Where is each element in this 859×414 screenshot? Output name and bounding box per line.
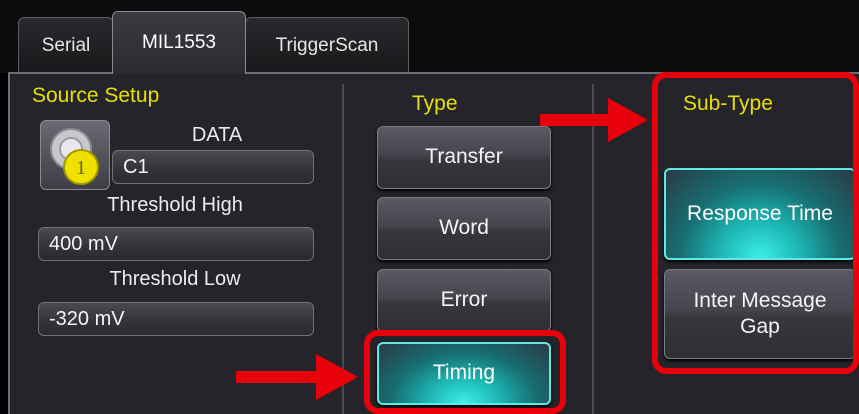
divider [592, 84, 594, 414]
source-field[interactable]: C1 [112, 150, 314, 184]
threshold-high-value: 400 mV [49, 232, 118, 255]
type-timing-button[interactable]: Timing [377, 342, 551, 405]
sub-type-title: Sub-Type [683, 92, 773, 115]
button-label: Error [440, 288, 488, 312]
tab-triggerscan[interactable]: TriggerScan [245, 17, 409, 73]
tab-mil1553[interactable]: MIL1553 [112, 11, 246, 74]
type-transfer-button[interactable]: Transfer [377, 126, 551, 189]
threshold-low-field[interactable]: -320 mV [38, 302, 314, 336]
tab-serial[interactable]: Serial [18, 17, 114, 73]
tab-label: Serial [41, 34, 91, 56]
divider [342, 84, 344, 414]
source-selector-button[interactable]: 1 [40, 120, 110, 190]
button-label: Transfer [425, 145, 503, 169]
threshold-low-value: -320 mV [49, 307, 125, 330]
tab-label: TriggerScan [275, 34, 379, 56]
data-label: DATA [191, 124, 243, 146]
type-word-button[interactable]: Word [377, 197, 551, 260]
type-error-button[interactable]: Error [377, 269, 551, 332]
tab-label: MIL1553 [142, 32, 216, 53]
probe-icon: 1 [50, 128, 99, 185]
tab-bar: Serial MIL1553 TriggerScan [0, 0, 859, 74]
threshold-high-label: Threshold High [107, 194, 243, 216]
threshold-high-field[interactable]: 400 mV [38, 227, 314, 261]
sub-type-response-time-button[interactable]: Response Time [664, 168, 856, 260]
source-badge: 1 [76, 157, 86, 179]
source-value: C1 [123, 155, 149, 178]
type-title: Type [412, 92, 458, 115]
button-label: Timing [432, 361, 496, 385]
source-setup-title: Source Setup [32, 84, 160, 107]
button-label: Response Time [687, 201, 833, 225]
threshold-low-label: Threshold Low [109, 268, 241, 290]
sub-type-inter-message-gap-button[interactable]: Inter Message Gap [664, 269, 856, 359]
button-label: Word [439, 216, 489, 240]
button-label: Inter Message Gap [693, 288, 827, 338]
